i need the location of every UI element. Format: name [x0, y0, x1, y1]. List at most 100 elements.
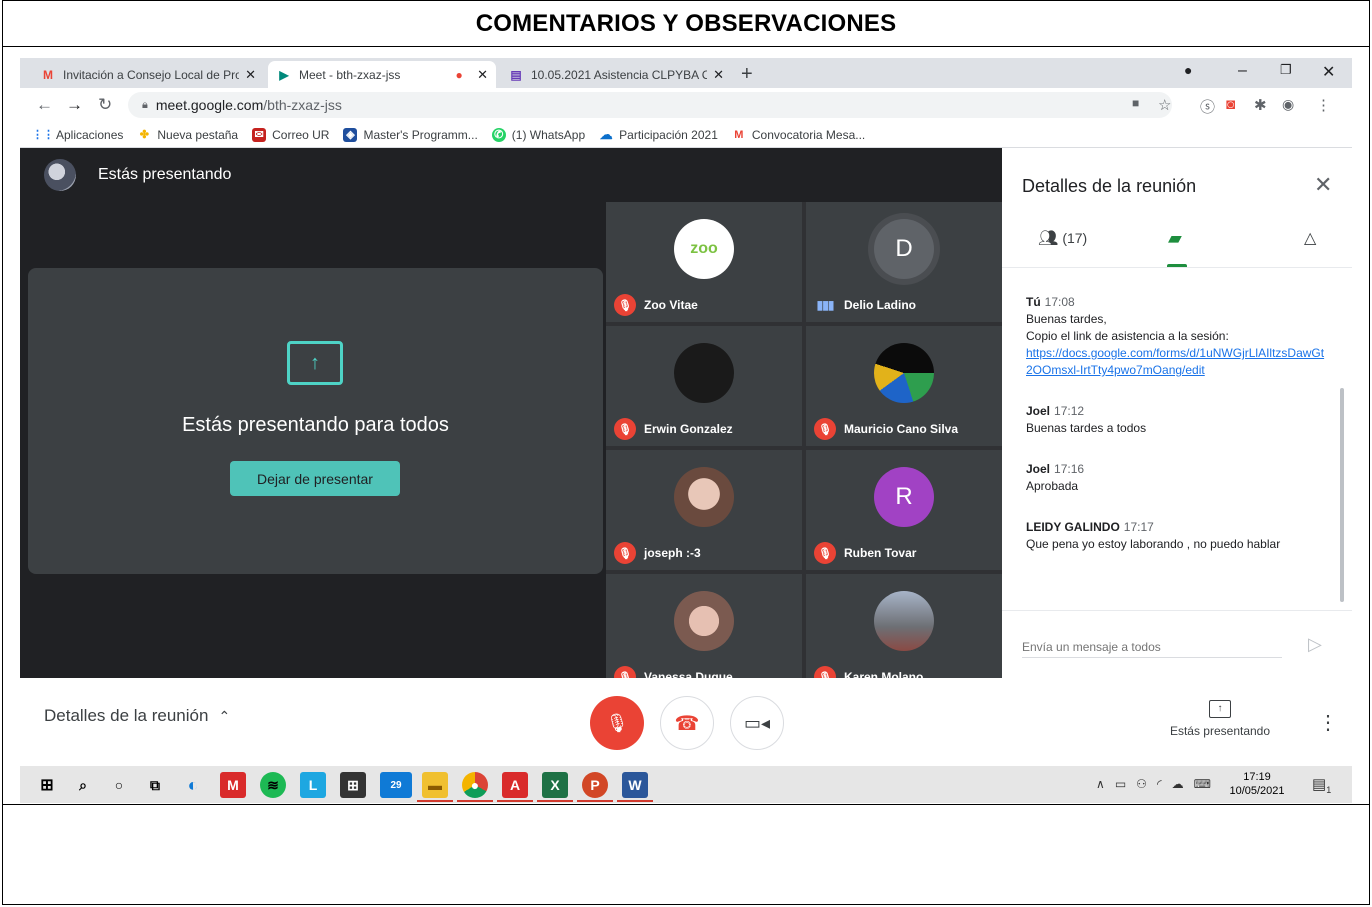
participant-tile[interactable]: 🎙︎Vanessa Duque [606, 574, 802, 694]
bookmark-label: Nueva pestaña [157, 127, 239, 142]
cloud-icon[interactable]: ☁ [1172, 777, 1184, 791]
meeting-details-button[interactable]: Detalles de la reunión ⌃ [44, 706, 230, 726]
profile-dot-icon[interactable]: ● [1184, 62, 1192, 78]
participant-tile[interactable]: 🎙︎Karen Molano [806, 574, 1002, 694]
microphone-toggle-button[interactable]: 🎙︎ [590, 696, 644, 750]
file-explorer-icon[interactable]: ▬ [422, 772, 448, 798]
tab-chat[interactable]: ▰ [1168, 228, 1182, 249]
meeting-details-panel: Detalles de la reunión ✕ 👥︎ (17) ▰ △ Tú 1… [1002, 148, 1352, 746]
store-icon[interactable]: ⊞ [340, 772, 366, 798]
close-icon[interactable]: ✕ [1314, 172, 1332, 198]
active-indicator [537, 800, 573, 802]
participant-name: Zoo Vitae [644, 298, 698, 312]
wifi-icon[interactable]: ◜ [1157, 777, 1162, 791]
tab-title: Invitación a Consejo Local de Pro [63, 67, 240, 82]
notification-center-icon[interactable]: ▤1 [1312, 775, 1331, 795]
send-icon[interactable]: ▷ [1308, 634, 1322, 655]
task-view-icon[interactable]: ⧉ [142, 772, 168, 798]
camera-toggle-button[interactable]: ▭◂ [730, 696, 784, 750]
presenting-status-button[interactable]: ↑ Estás presentando [1154, 700, 1286, 738]
participant-tile[interactable]: R 🎙︎ Ruben Tovar [806, 450, 1002, 570]
reload-icon[interactable]: ↻ [98, 95, 112, 115]
restore-icon[interactable]: ❐ [1280, 62, 1292, 78]
tab-gmail-invitation[interactable]: M Invitación a Consejo Local de Pro ✕ [32, 61, 264, 88]
taskbar-clock[interactable]: 17:19 10/05/2021 [1226, 770, 1288, 798]
address-bar[interactable]: 🔒︎ meet.google.com/bth-zxaz-jss [128, 92, 1172, 118]
bookmark-label: (1) WhatsApp [511, 127, 586, 142]
participant-tile[interactable]: D ▮▮▮ Delio Ladino [806, 202, 1002, 322]
tab-people[interactable]: 👥︎ (17) [1038, 228, 1087, 248]
acrobat-icon[interactable]: A [502, 772, 528, 798]
l-app-icon[interactable]: L [300, 772, 326, 798]
close-icon[interactable]: ✕ [245, 67, 256, 83]
meeting-details-label: Detalles de la reunión [44, 706, 209, 725]
search-icon[interactable]: ⌕ [70, 772, 96, 798]
keyboard-icon[interactable]: ⌨ [1194, 777, 1211, 791]
system-tray[interactable]: ∧ ▭ ⚇ ◜ ☁ ⌨ [1096, 777, 1211, 791]
participant-tile[interactable]: zoo 🎙︎ Zoo Vitae [606, 202, 802, 322]
document-divider [3, 804, 1369, 805]
minimize-icon[interactable]: – [1238, 62, 1247, 80]
bookmark-masters[interactable]: ◈ Master's Programm... [343, 127, 478, 142]
more-options-icon[interactable]: ⋮ [1318, 710, 1338, 735]
stop-presenting-button[interactable]: Dejar de presentar [230, 461, 400, 496]
participant-name: Mauricio Cano Silva [844, 422, 959, 436]
powerpoint-icon[interactable]: P [582, 772, 608, 798]
forward-arrow-icon[interactable]: → [66, 95, 83, 115]
participant-tile[interactable]: 🎙︎ Erwin Gonzalez [606, 326, 802, 446]
bookmark-new-tab[interactable]: ✤ Nueva pestaña [137, 128, 238, 142]
tab-title: 10.05.2021 Asistencia CLPYBA Ca [531, 67, 708, 82]
bookmark-correo-ur[interactable]: ✉ Correo UR [252, 127, 329, 142]
avatar [874, 591, 934, 651]
hang-up-button[interactable]: ☎︎ [660, 696, 714, 750]
chrome-icon[interactable]: ● [462, 772, 488, 798]
word-icon[interactable]: W [622, 772, 648, 798]
skype-icon[interactable]: ⓢ [1200, 96, 1215, 117]
star-icon[interactable]: ☆ [1158, 96, 1171, 114]
cortana-icon[interactable]: ○ [106, 772, 132, 798]
battery-icon[interactable]: ▭ [1115, 777, 1126, 791]
recording-icon: ● [455, 67, 463, 82]
edge-icon[interactable]: ◐ [180, 772, 206, 798]
window-close-icon[interactable]: ✕ [1322, 62, 1335, 82]
bookmark-whatsapp[interactable]: ✆ (1) WhatsApp [491, 127, 586, 142]
mcafee-icon[interactable]: M [220, 772, 246, 798]
message-link[interactable]: https://docs.google.com/forms/d/1uNWGjrL… [1026, 345, 1326, 379]
menu-icon[interactable]: ⋮ [1316, 96, 1331, 114]
windows-start-icon[interactable]: ⊞ [34, 772, 60, 798]
profile-avatar-icon[interactable]: ◉ [1282, 96, 1294, 113]
participant-grid: zoo 🎙︎ Zoo Vitae D ▮▮▮ Delio Ladino 🎙︎ Erwi… [606, 202, 1002, 746]
avatar: zoo [674, 219, 734, 279]
pocket-icon[interactable]: ◙ [1226, 96, 1235, 113]
avatar: R [874, 467, 934, 527]
new-tab-button[interactable]: + [741, 64, 753, 84]
chat-scrollbar[interactable] [1340, 388, 1344, 602]
people-icon[interactable]: ⚇ [1136, 777, 1147, 791]
close-icon[interactable]: ✕ [713, 67, 724, 83]
bookmark-convocatoria[interactable]: M Convocatoria Mesa... [732, 128, 865, 142]
extensions-icon[interactable]: ✱ [1254, 96, 1267, 114]
close-icon[interactable]: ✕ [477, 67, 488, 83]
spotify-icon[interactable]: ≋ [260, 772, 286, 798]
camera-icon[interactable]: ■ [1132, 96, 1139, 110]
mail-badge: 29 [390, 779, 402, 791]
participant-tile[interactable]: 🎙︎ joseph :-3 [606, 450, 802, 570]
participant-tile[interactable]: 🎙︎ Mauricio Cano Silva [806, 326, 1002, 446]
excel-icon[interactable]: X [542, 772, 568, 798]
people-count: (17) [1062, 230, 1088, 246]
chevron-up-icon[interactable]: ∧ [1096, 777, 1105, 791]
chat-message-input[interactable] [1022, 636, 1282, 658]
pinwheel-icon: ✤ [139, 129, 149, 141]
tab-activities[interactable]: △ [1304, 228, 1316, 248]
tab-meet[interactable]: ▶ Meet - bth-zxaz-jss ● ✕ [268, 61, 496, 88]
avatar [674, 467, 734, 527]
tab-forms-asistencia[interactable]: ▤ 10.05.2021 Asistencia CLPYBA Ca ✕ [500, 61, 732, 88]
back-arrow-icon[interactable]: ← [36, 95, 53, 115]
bookmark-participacion[interactable]: ☁ Participación 2021 [599, 127, 718, 142]
mail-icon[interactable]: 29 [380, 772, 412, 798]
panel-title: Detalles de la reunión [1022, 176, 1197, 196]
document-title: COMENTARIOS Y OBSERVACIONES [475, 9, 897, 37]
bookmark-apps[interactable]: ⋮⋮ Aplicaciones [32, 128, 123, 142]
bookmark-label: Participación 2021 [619, 127, 718, 142]
avatar: D [874, 219, 934, 279]
